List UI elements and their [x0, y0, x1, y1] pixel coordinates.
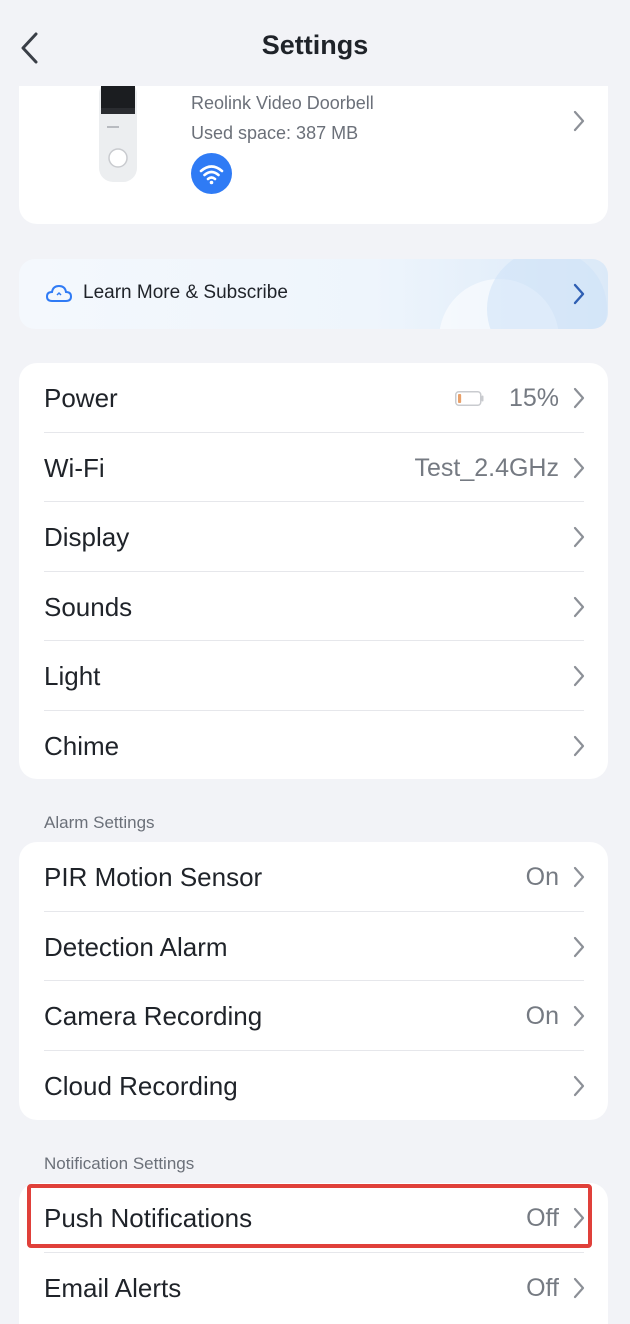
banner-decoration [487, 259, 607, 329]
row-label: Push Notifications [44, 1203, 253, 1233]
alarm-settings-header: Alarm Settings [44, 813, 155, 832]
doorbell-image [99, 80, 137, 182]
chevron-right-icon [573, 110, 585, 132]
chevron-right-icon [573, 866, 585, 888]
row-label: Light [44, 661, 101, 691]
chevron-right-icon [573, 936, 585, 957]
row-label: Display [44, 522, 130, 552]
nav-bar: Settings [0, 0, 630, 86]
learn-more-label: Learn More & Subscribe [83, 282, 288, 303]
light-row[interactable]: Light [19, 641, 608, 711]
battery-icon [455, 391, 484, 406]
chevron-right-icon [573, 1005, 585, 1027]
row-label: Camera Recording [44, 1001, 263, 1031]
row-value: On [525, 1002, 559, 1030]
row-value: Off [526, 1273, 559, 1302]
chevron-right-icon [573, 1277, 585, 1298]
sounds-row[interactable]: Sounds [19, 572, 608, 641]
row-label: PIR Motion Sensor [44, 862, 263, 892]
camera-recording-row[interactable]: Camera Recording On [19, 981, 608, 1051]
learn-more-subscribe-banner[interactable]: Learn More & Subscribe [19, 259, 608, 329]
row-label: Sounds [44, 591, 133, 622]
chevron-right-icon [573, 526, 585, 548]
cloud-icon [45, 284, 73, 302]
alarm-settings-card: PIR Motion Sensor On Detection Alarm Cam… [19, 842, 608, 1120]
chevron-right-icon [573, 665, 585, 687]
pir-motion-sensor-row[interactable]: PIR Motion Sensor On [19, 842, 608, 912]
power-row[interactable]: Power 15% [19, 363, 608, 433]
chevron-right-icon [573, 457, 585, 478]
row-label: Email Alerts [44, 1272, 182, 1303]
page-title: Settings [261, 30, 369, 60]
chevron-right-icon [573, 387, 585, 409]
chevron-right-icon [573, 1207, 585, 1229]
row-value: Test_2.4GHz [414, 453, 559, 482]
display-row[interactable]: Display [19, 502, 608, 572]
chevron-right-icon [573, 1075, 585, 1096]
wifi-row[interactable]: Wi-Fi Test_2.4GHz [19, 433, 608, 502]
email-alerts-row[interactable]: Email Alerts Off [19, 1253, 608, 1323]
row-value: 15% [508, 384, 559, 412]
row-label: Detection Alarm [44, 931, 228, 962]
notification-settings-header: Notification Settings [44, 1154, 195, 1173]
row-label: Chime [44, 730, 120, 761]
chevron-right-icon [573, 596, 585, 617]
detection-alarm-row[interactable]: Detection Alarm [19, 912, 608, 981]
chevron-right-icon [573, 283, 585, 305]
row-label: Cloud Recording [44, 1070, 238, 1101]
device-name: Reolink Video Doorbell [191, 93, 374, 113]
used-space-label: Used space: 387 MB [191, 123, 359, 143]
wifi-icon [191, 153, 232, 194]
row-value: On [525, 863, 559, 891]
general-settings-card: Power 15% Wi-Fi Test_2.4GHz Display Soun… [19, 363, 608, 779]
push-notifications-row[interactable]: Push Notifications Off [19, 1183, 608, 1253]
row-label: Wi-Fi [44, 452, 105, 483]
chevron-right-icon [573, 735, 585, 756]
row-label: Power [44, 383, 118, 413]
notification-settings-card: Push Notifications Off Email Alerts Off [19, 1183, 608, 1324]
chime-row[interactable]: Chime [19, 711, 608, 780]
cloud-recording-row[interactable]: Cloud Recording [19, 1051, 608, 1121]
row-value: Off [526, 1204, 559, 1232]
